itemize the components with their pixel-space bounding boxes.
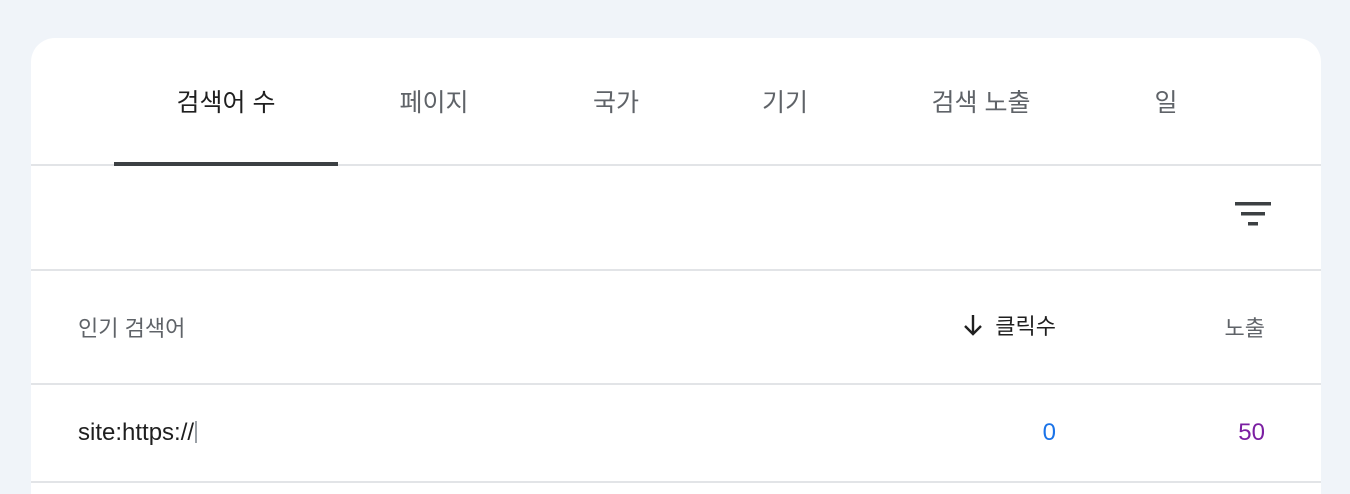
column-header-clicks-label: 클릭수 [995,314,1056,339]
table-row[interactable]: site:https:// 0 50 [31,385,1321,483]
filter-button[interactable] [1229,194,1277,234]
tab-queries[interactable]: 검색어 수 [114,38,338,166]
impressions-cell: 50 [1238,419,1265,446]
tab-countries[interactable]: 국가 [550,38,682,164]
performance-card: 검색어 수 페이지 국가 기기 검색 노출 일 인기 검색어 클릭수 노출 si… [31,38,1321,494]
table-toolbar [31,166,1321,271]
tab-dates[interactable]: 일 [1116,38,1216,164]
table-header: 인기 검색어 클릭수 노출 [31,271,1321,385]
filter-icon [1235,202,1271,226]
column-header-query[interactable]: 인기 검색어 [78,311,185,343]
column-header-clicks[interactable]: 클릭수 [961,309,1056,341]
clicks-cell: 0 [1042,419,1056,446]
column-header-impressions[interactable]: 노출 [1225,311,1265,343]
arrow-down-icon [964,315,983,336]
tab-search-appearance[interactable]: 검색 노출 [901,38,1061,164]
query-text: site:https:// [78,419,195,446]
tab-devices[interactable]: 기기 [719,38,851,164]
query-cell: site:https:// [78,419,198,447]
tab-bar: 검색어 수 페이지 국가 기기 검색 노출 일 [31,38,1321,166]
tab-pages[interactable]: 페이지 [368,38,500,164]
text-cursor [195,421,198,443]
